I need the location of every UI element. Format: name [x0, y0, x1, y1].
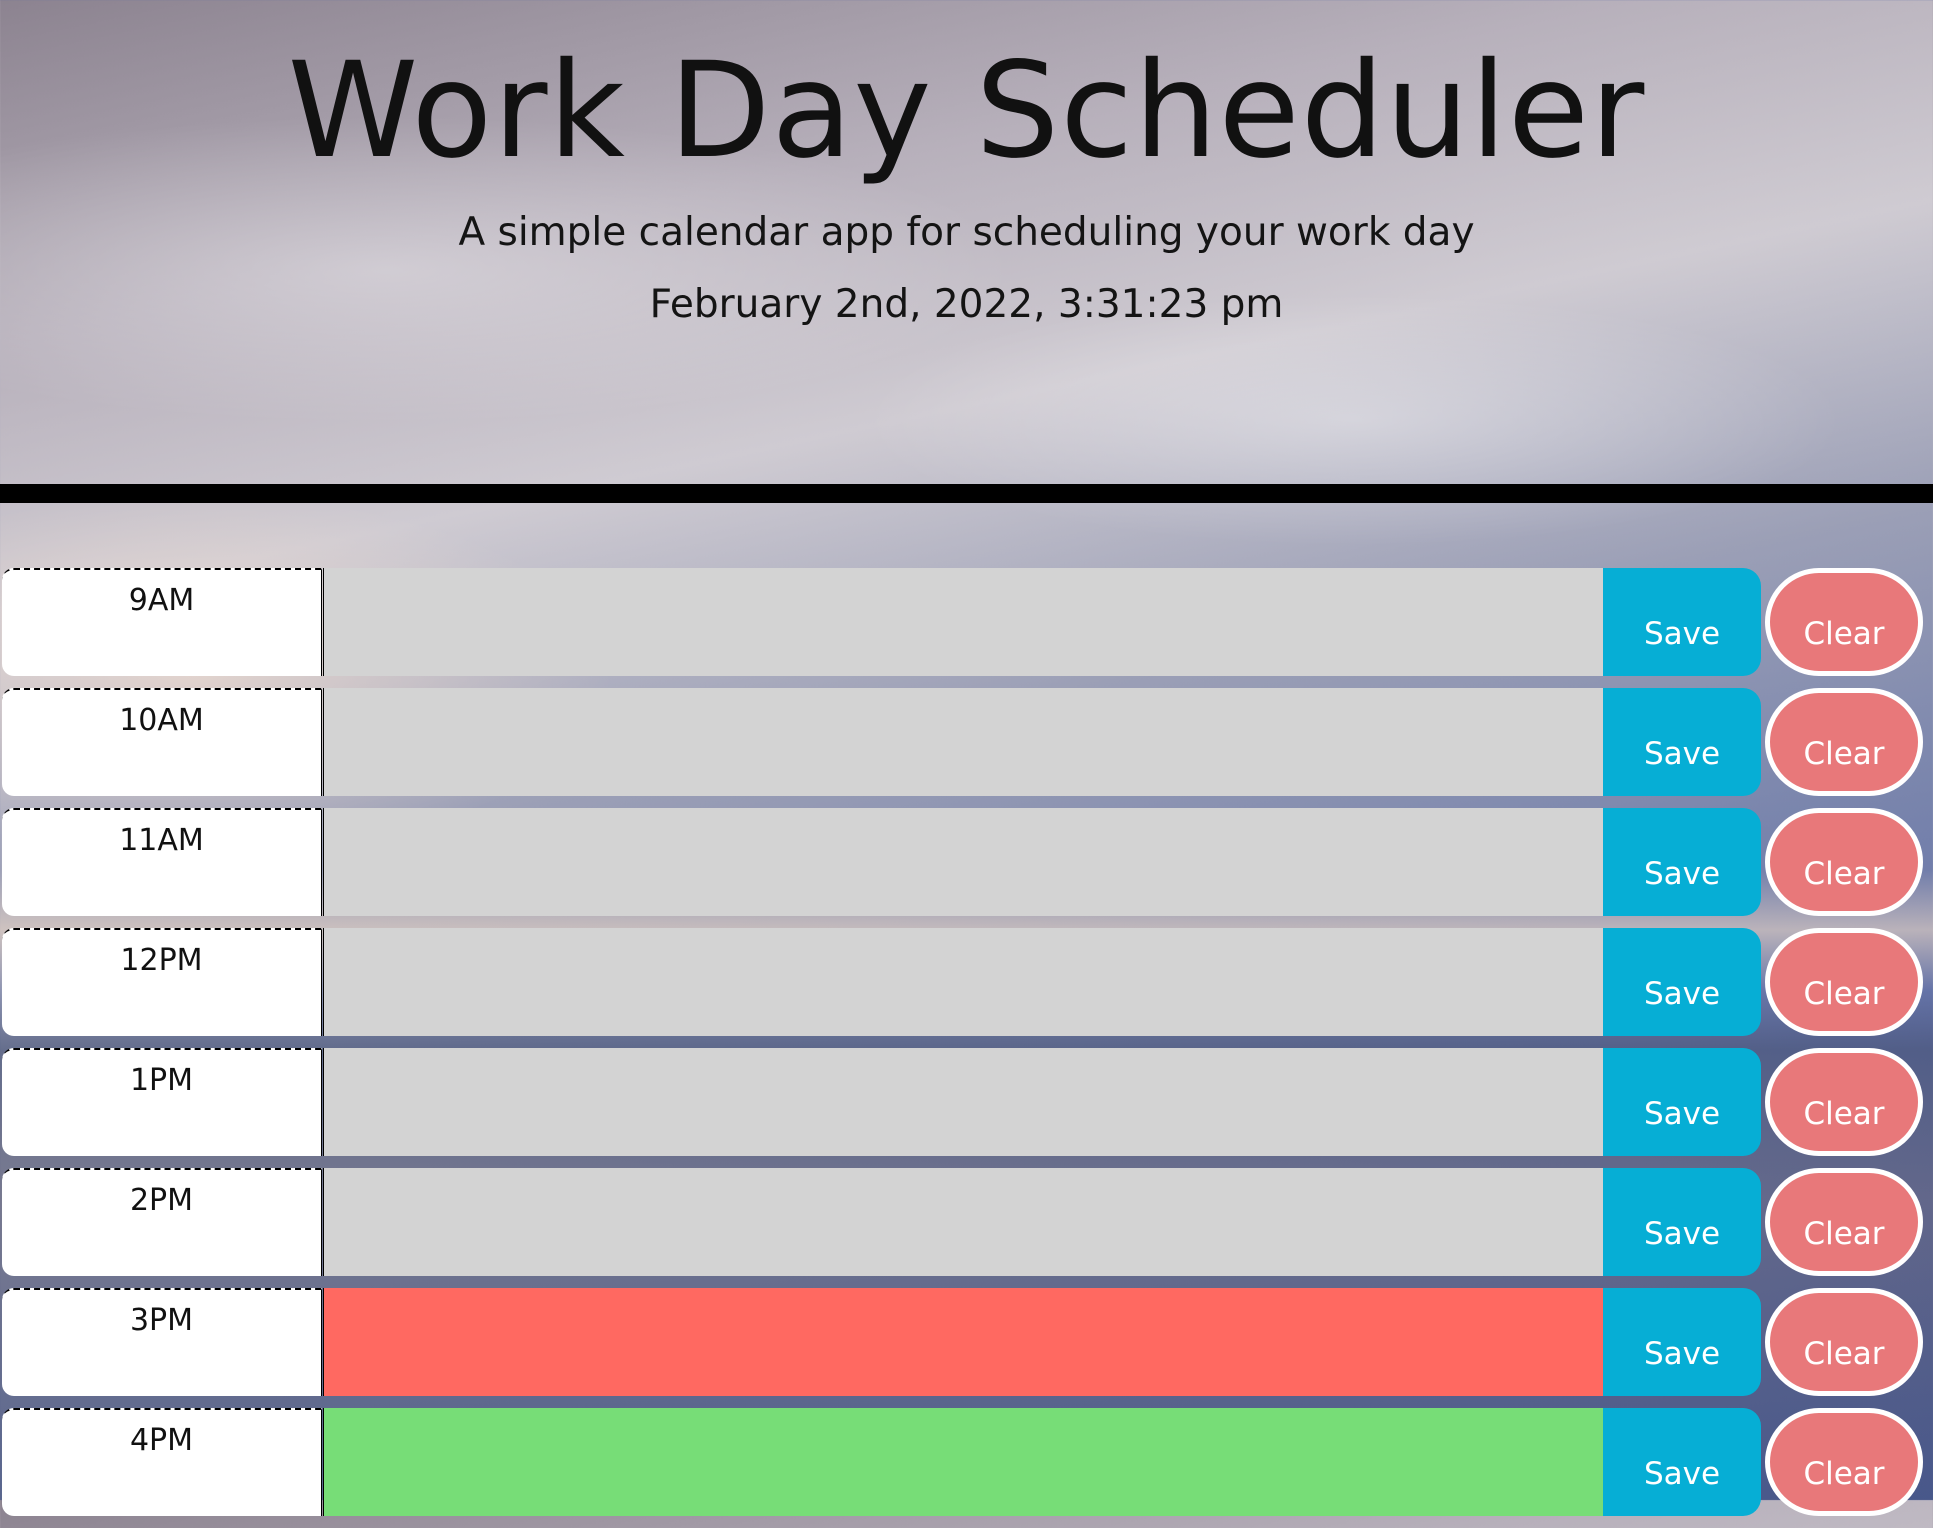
- time-block-row: 11AM Save Clear: [0, 808, 1933, 928]
- hour-label: 9AM: [2, 568, 322, 676]
- time-block-row: 4PM Save Clear: [0, 1408, 1933, 1528]
- time-block-row: 9AM Save Clear: [0, 568, 1933, 688]
- clear-button[interactable]: Clear: [1765, 688, 1923, 796]
- event-description-input[interactable]: [323, 1168, 1603, 1276]
- time-block-row: 10AM Save Clear: [0, 688, 1933, 808]
- hour-label: 11AM: [2, 808, 322, 916]
- save-button[interactable]: Save: [1603, 568, 1761, 676]
- event-description-input[interactable]: [323, 1288, 1603, 1396]
- time-block-row: 2PM Save Clear: [0, 1168, 1933, 1288]
- event-description-input[interactable]: [323, 928, 1603, 1036]
- hour-label: 10AM: [2, 688, 322, 796]
- page-title: Work Day Scheduler: [287, 34, 1646, 188]
- schedule-container: 9AM Save Clear 10AM Save Clear 11AM Save…: [0, 568, 1933, 1528]
- event-description-input[interactable]: [323, 568, 1603, 676]
- event-description-input[interactable]: [323, 808, 1603, 916]
- clear-button[interactable]: Clear: [1765, 568, 1923, 676]
- save-button[interactable]: Save: [1603, 1288, 1761, 1396]
- event-description-input[interactable]: [323, 688, 1603, 796]
- clear-button[interactable]: Clear: [1765, 1168, 1923, 1276]
- hour-label: 3PM: [2, 1288, 322, 1396]
- hour-label: 2PM: [2, 1168, 322, 1276]
- time-block-row: 3PM Save Clear: [0, 1288, 1933, 1408]
- page-header: Work Day Scheduler A simple calendar app…: [0, 0, 1933, 484]
- save-button[interactable]: Save: [1603, 688, 1761, 796]
- save-button[interactable]: Save: [1603, 1048, 1761, 1156]
- clear-button[interactable]: Clear: [1765, 808, 1923, 916]
- save-button[interactable]: Save: [1603, 1168, 1761, 1276]
- page-subtitle: A simple calendar app for scheduling you…: [458, 210, 1475, 255]
- event-description-input[interactable]: [323, 1048, 1603, 1156]
- time-block-row: 12PM Save Clear: [0, 928, 1933, 1048]
- current-datetime: February 2nd, 2022, 3:31:23 pm: [649, 282, 1284, 327]
- clear-button[interactable]: Clear: [1765, 928, 1923, 1036]
- hour-label: 12PM: [2, 928, 322, 1036]
- save-button[interactable]: Save: [1603, 808, 1761, 916]
- clear-button[interactable]: Clear: [1765, 1048, 1923, 1156]
- time-block-row: 1PM Save Clear: [0, 1048, 1933, 1168]
- save-button[interactable]: Save: [1603, 928, 1761, 1036]
- clear-button[interactable]: Clear: [1765, 1288, 1923, 1396]
- hour-label: 1PM: [2, 1048, 322, 1156]
- header-divider: [0, 484, 1933, 503]
